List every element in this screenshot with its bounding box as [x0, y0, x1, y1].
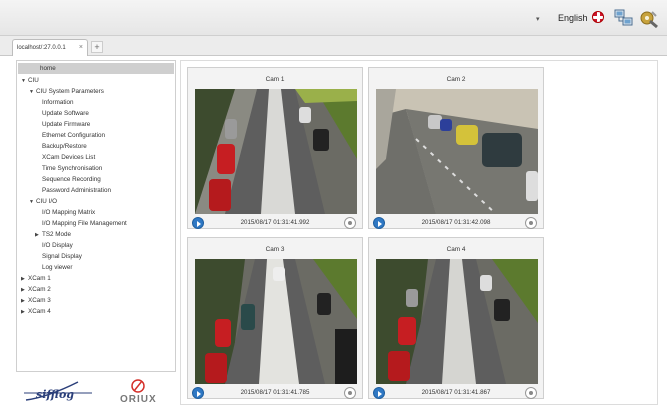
- tree-item-xcam-devices-list[interactable]: XCam Devices List: [17, 152, 95, 163]
- tree-item-label: CIU System Parameters: [36, 88, 104, 95]
- tree-item-ts2-mode[interactable]: ▶ TS2 Mode: [17, 229, 71, 240]
- new-tab-button[interactable]: +: [91, 41, 103, 53]
- tree-item-label: Signal Display: [42, 253, 82, 260]
- camera-panel-1: Cam 1 2015/08/17 01:31:41.992: [187, 67, 363, 229]
- camera-title: Cam 3: [265, 246, 285, 253]
- tree-item-xcam-2[interactable]: ▶ XCam 2: [17, 284, 51, 295]
- tree-item-label: XCam 3: [28, 297, 51, 304]
- tree-item-label: home: [40, 65, 56, 72]
- camera-panel-2: Cam 2 2015/08/17 01:31:42.098: [368, 67, 544, 229]
- tree-item-label: CIU: [28, 77, 39, 84]
- tree-item-ciu[interactable]: ▼ CIU: [17, 75, 39, 86]
- tree-item-backup-restore[interactable]: Backup/Restore: [17, 141, 87, 152]
- sifflog-logo: sifflog: [24, 381, 92, 401]
- tree-item-xcam-3[interactable]: ▶ XCam 3: [17, 295, 51, 306]
- camera-timestamp: 2015/08/17 01:31:41.992: [240, 219, 310, 226]
- tree-item-label: I/O Mapping Matrix: [42, 209, 96, 216]
- tree-item-label: Time Synchronisation: [42, 165, 103, 172]
- camera-panel-3: Cam 3 2015/08/17 01:31:41.785: [187, 237, 363, 399]
- tree-item-io-mapping-matrix[interactable]: I/O Mapping Matrix: [17, 207, 95, 218]
- tree-item-ciu-io[interactable]: ▼ CIU I/O: [17, 196, 57, 207]
- tree-item-label: Update Software: [42, 110, 89, 117]
- browser-tab-label: localhost/:27.0.0.1: [17, 45, 66, 51]
- tree-item-sequence-recording[interactable]: Sequence Recording: [17, 174, 101, 185]
- close-tab-icon[interactable]: ×: [79, 40, 83, 56]
- camera-footer: 2015/08/17 01:31:42.098: [369, 216, 543, 230]
- navigation-tree: home ▼ CIU ▼ CIU System Parameters Informa…: [16, 60, 176, 372]
- tree-item-update-software[interactable]: Update Software: [17, 108, 89, 119]
- tree-item-xcam-4[interactable]: ▶ XCam 4: [17, 306, 51, 317]
- record-icon[interactable]: [525, 387, 537, 399]
- tree-item-time-synchronisation[interactable]: Time Synchronisation: [17, 163, 102, 174]
- tree-item-label: XCam 1: [28, 275, 51, 282]
- tree-item-home[interactable]: home: [18, 63, 174, 74]
- tree-item-io-display[interactable]: I/O Display: [17, 240, 73, 251]
- camera-footer: 2015/08/17 01:31:41.867: [369, 386, 543, 400]
- tree-item-update-firmware[interactable]: Update Firmware: [17, 119, 90, 130]
- tree-item-label: Update Firmware: [42, 121, 91, 128]
- svg-text:sifflog: sifflog: [36, 388, 74, 401]
- tree-item-label: Information: [42, 99, 74, 106]
- tree-item-label: I/O Display: [42, 242, 73, 249]
- camera-title: Cam 1: [265, 76, 285, 83]
- tree-item-password-administration[interactable]: Password Administration: [17, 185, 111, 196]
- tree-item-label: TS2 Mode: [42, 231, 72, 238]
- tree-item-label: I/O Mapping File Management: [42, 220, 127, 227]
- tree-item-ciu-system-parameters[interactable]: ▼ CIU System Parameters: [17, 86, 104, 97]
- tree-item-ethernet-configuration[interactable]: Ethernet Configuration: [17, 130, 105, 141]
- camera-footer: 2015/08/17 01:31:41.992: [188, 216, 362, 230]
- browser-tab-bar: localhost/:27.0.0.1 × +: [0, 36, 667, 56]
- tree-item-label: XCam 4: [28, 308, 51, 315]
- camera-timestamp: 2015/08/17 01:31:42.098: [421, 219, 491, 226]
- camera-title: Cam 4: [446, 246, 466, 253]
- tree-item-label: Password Administration: [42, 187, 111, 194]
- language-dropdown-caret[interactable]: ▾: [536, 15, 540, 23]
- camera-panel-4: Cam 4 2015/08/17 01:31:41.867: [368, 237, 544, 399]
- uk-flag-icon[interactable]: [592, 11, 604, 23]
- network-icon[interactable]: [614, 8, 634, 28]
- tree-item-log-viewer[interactable]: Log viewer: [17, 262, 72, 273]
- top-bar: ▾ English: [0, 0, 667, 36]
- language-selector[interactable]: English: [558, 13, 588, 23]
- record-icon[interactable]: [525, 217, 537, 229]
- camera-video-feed[interactable]: [376, 259, 538, 384]
- tree-item-label: Sequence Recording: [42, 176, 101, 183]
- tree-item-label: CIU I/O: [36, 198, 57, 205]
- tree-item-signal-display[interactable]: Signal Display: [17, 251, 82, 262]
- logo-area: sifflog ORIUX: [16, 376, 176, 405]
- tree-item-label: XCam 2: [28, 286, 51, 293]
- tree-item-io-mapping-file-management[interactable]: I/O Mapping File Management: [17, 218, 127, 229]
- camera-video-feed[interactable]: [195, 259, 357, 384]
- camera-video-feed[interactable]: [195, 89, 357, 214]
- camera-video-feed[interactable]: [376, 89, 538, 214]
- settings-tools-icon[interactable]: [639, 8, 659, 29]
- browser-tab[interactable]: localhost/:27.0.0.1 ×: [12, 39, 88, 56]
- tree-item-label: Ethernet Configuration: [42, 132, 106, 139]
- record-icon[interactable]: [344, 217, 356, 229]
- camera-timestamp: 2015/08/17 01:31:41.867: [421, 389, 491, 396]
- tree-item-label: XCam Devices List: [42, 154, 96, 161]
- tree-item-information[interactable]: Information: [17, 97, 74, 108]
- tree-item-xcam-1[interactable]: ▶ XCam 1: [17, 273, 51, 284]
- record-icon[interactable]: [344, 387, 356, 399]
- tree-item-label: Backup/Restore: [42, 143, 87, 150]
- collapse-arrow-icon[interactable]: ▶: [21, 307, 28, 318]
- oriux-logo: ORIUX: [112, 378, 174, 405]
- tree-item-label: Log viewer: [42, 264, 73, 271]
- camera-footer: 2015/08/17 01:31:41.785: [188, 386, 362, 400]
- camera-title: Cam 2: [446, 76, 466, 83]
- camera-grid: Cam 1 2015/08/17 01:31:41.992 Cam 2 2015…: [180, 60, 658, 405]
- camera-timestamp: 2015/08/17 01:31:41.785: [240, 389, 310, 396]
